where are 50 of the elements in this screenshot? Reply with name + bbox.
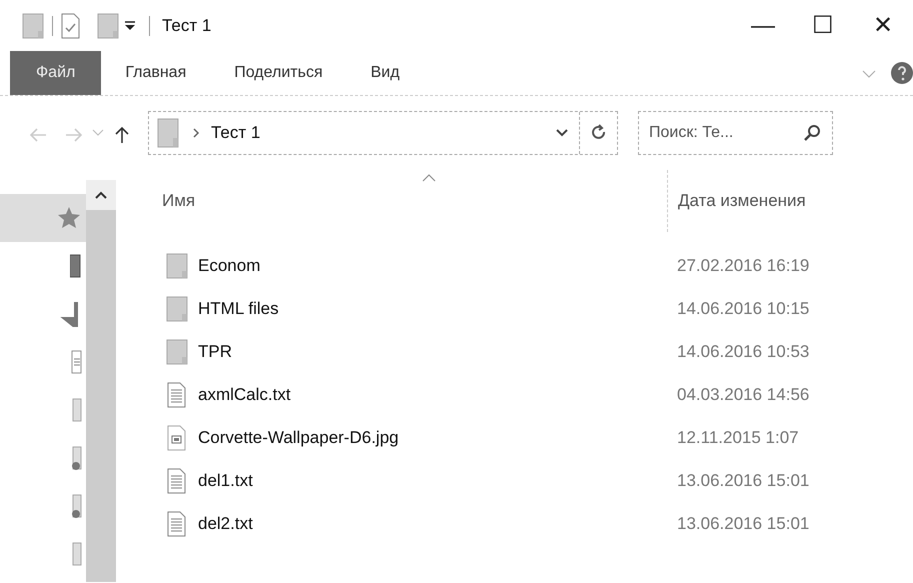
file-date: 12.11.2015 1:07 [676,426,799,449]
scroll-up-button[interactable] [86,180,116,210]
file-menu-button[interactable]: Файл [10,51,102,95]
column-header[interactable]: Имя [152,188,667,214]
folder-icon [70,541,82,567]
file-date: 14.06.2016 10:53 [676,340,810,363]
folder-check-icon [70,445,82,471]
folder-icon[interactable] [22,13,44,39]
file-name[interactable]: del2.txt [198,510,253,536]
text-file-icon [166,382,188,408]
address-bar[interactable]: Тест 1 [148,111,618,155]
chevron-up-icon [95,191,107,199]
close-button[interactable]: ✕ [853,0,913,52]
ribbon-tab[interactable]: Поделиться [210,51,347,95]
folder-icon [166,338,188,364]
document-icon [70,349,82,375]
minimize-button[interactable]: — [733,0,793,52]
checkmark-document-icon[interactable] [61,13,81,39]
image-file-icon [166,424,188,450]
folder-icon [157,118,181,148]
search-field[interactable]: Поиск: Те... [638,111,833,155]
column-header[interactable]: Дата изменения [667,170,907,232]
text-file-icon [166,510,188,536]
folder-icon [166,252,188,278]
file-date: 13.06.2016 15:01 [676,512,810,535]
folder-icon [166,296,188,322]
star-icon [56,205,82,231]
breadcrumb-item[interactable]: Тест 1 [211,120,260,146]
search-icon [803,124,821,142]
folder-check-icon [70,493,82,519]
file-name[interactable]: TPR [198,338,232,364]
file-name[interactable]: del1.txt [198,468,253,494]
help-icon[interactable] [891,62,913,84]
file-date: 04.03.2016 14:56 [676,384,810,406]
ribbon-tab[interactable]: Главная [101,51,210,95]
ribbon-tab[interactable]: Вид [346,51,424,95]
text-file-icon [166,468,188,494]
file-name[interactable]: Corvette-Wallpaper-D6.jpg [198,424,399,450]
file-name[interactable]: axmlCalc.txt [198,382,291,408]
file-date: 27.02.2016 16:19 [676,254,810,277]
refresh-icon [590,124,606,142]
folder-icon [70,397,82,423]
window-title: Тест 1 [162,15,212,38]
file-date: 14.06.2016 10:15 [676,298,810,320]
chevron-down-icon[interactable] [555,128,569,138]
maximize-button[interactable]: ☐ [793,0,853,52]
file-name[interactable]: HTML files [198,296,279,322]
file-date: 13.06.2016 15:01 [676,470,810,492]
breadcrumb-chevron-icon [191,128,201,138]
file-name[interactable]: Econom [198,252,260,278]
